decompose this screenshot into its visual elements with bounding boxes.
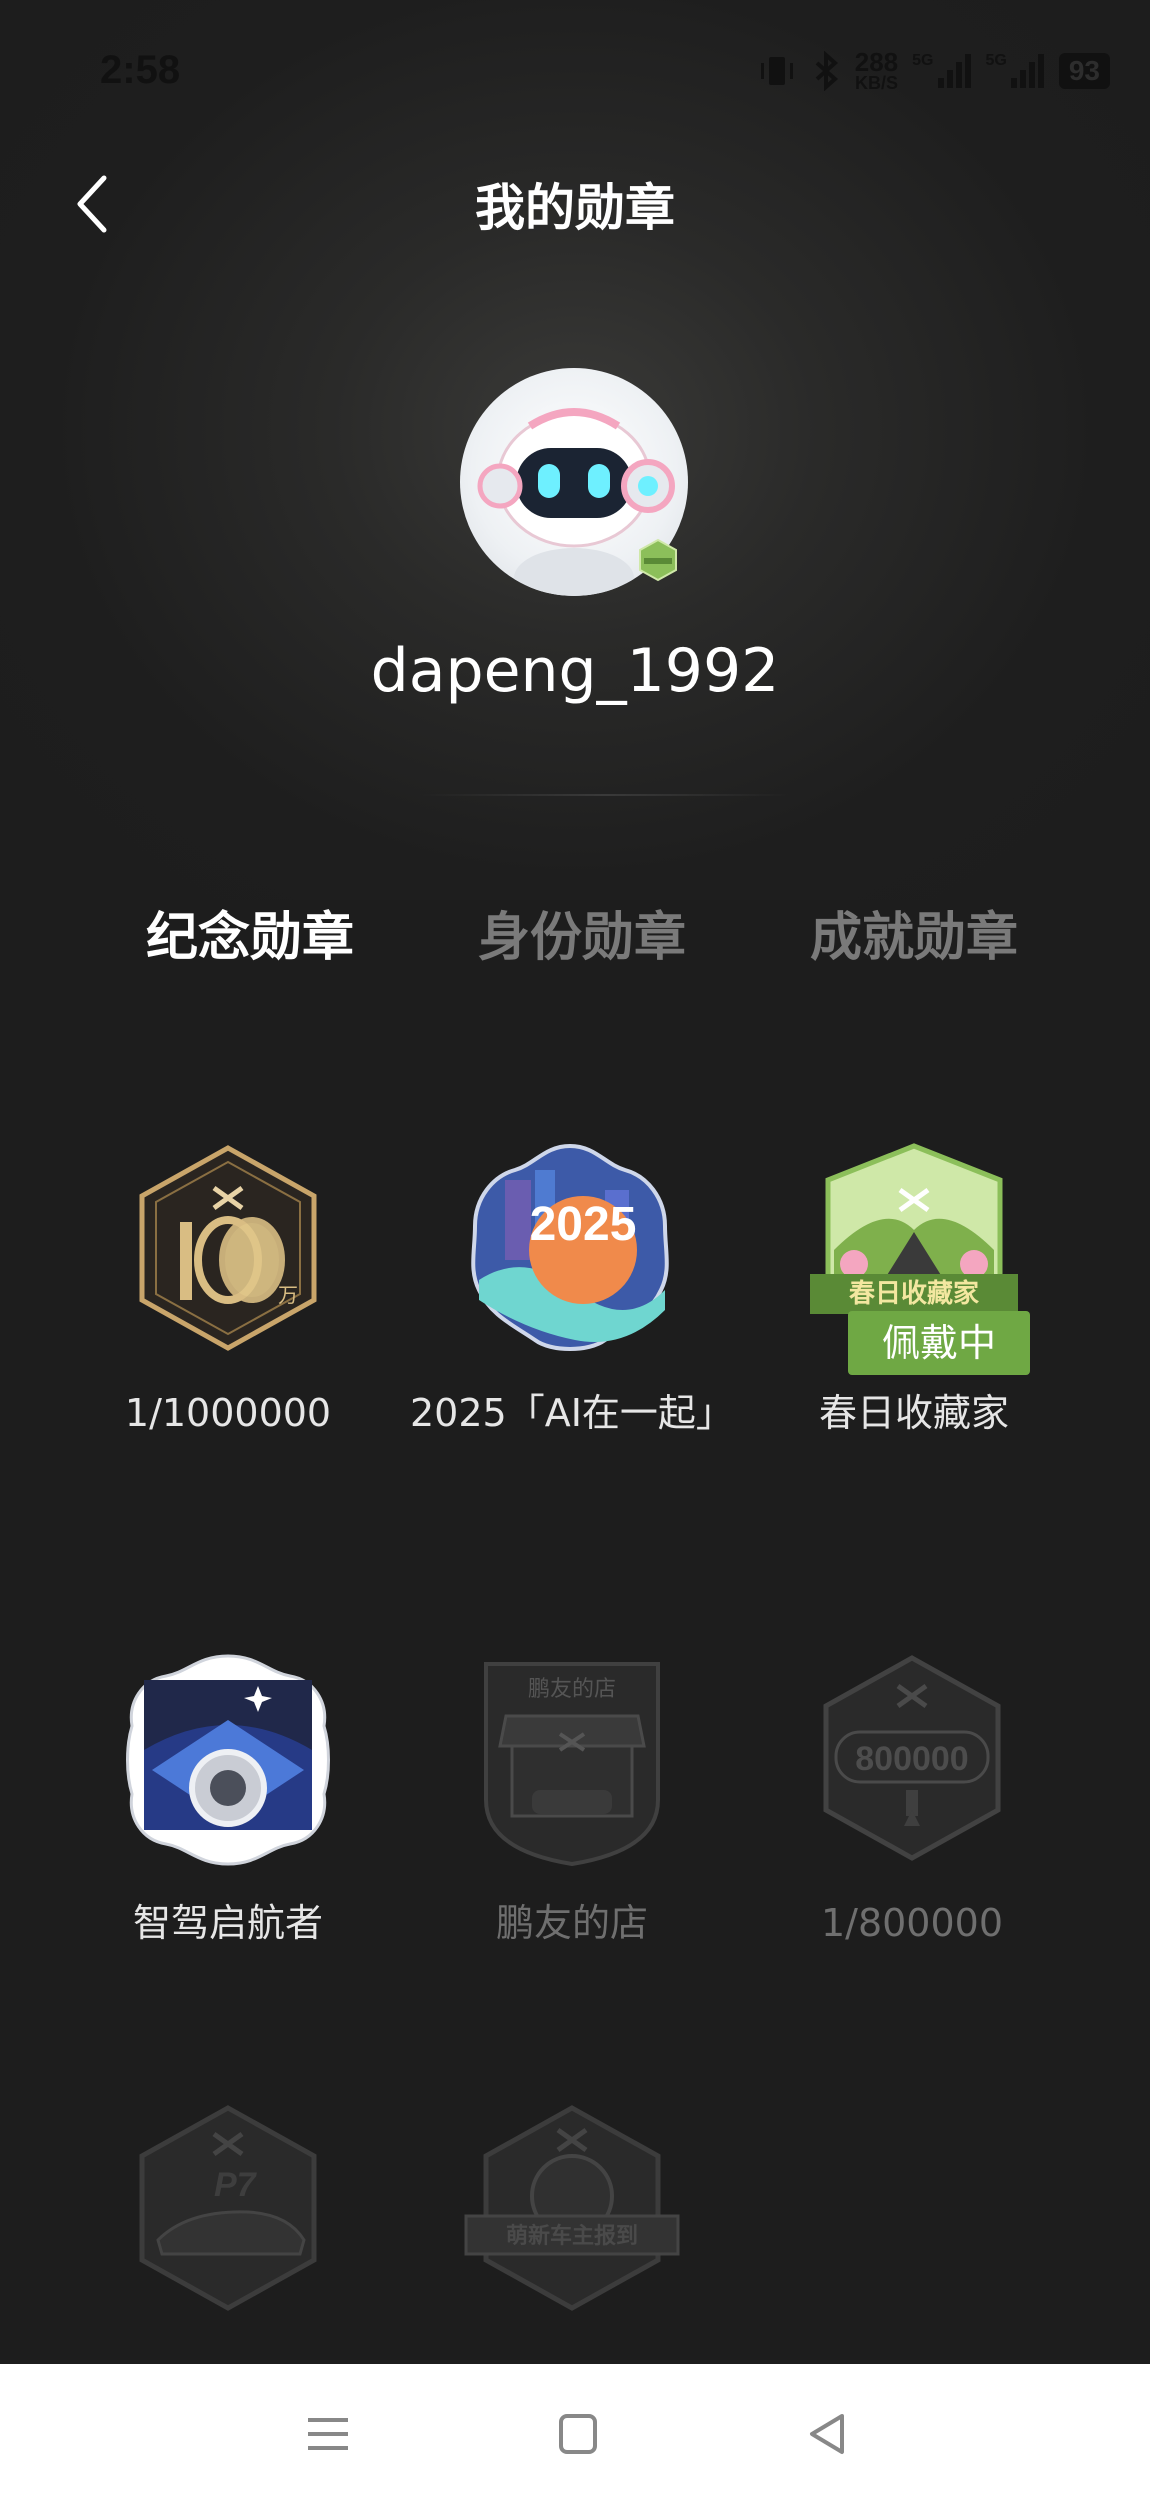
badge-100w-icon: 万 — [139, 1145, 317, 1351]
badge-text-800000: 800000 — [855, 1740, 968, 1778]
menu-icon[interactable] — [298, 2404, 358, 2464]
network-speed-value: 288 — [854, 47, 899, 77]
username: dapeng_1992 — [370, 636, 780, 706]
tab-commemorative[interactable]: 纪念勋章 — [146, 895, 354, 970]
status-icons: 288 KB/S 5G 5G 93 — [757, 48, 1110, 94]
badge-item[interactable]: 鹏友的店 鹏友的店 — [412, 1650, 732, 1952]
back-triangle-icon[interactable] — [798, 2404, 858, 2464]
badge-item[interactable]: P7 — [68, 2100, 388, 2344]
battery-indicator: 93 — [1058, 53, 1110, 89]
signal-1-icon: 5G — [912, 52, 971, 90]
badge-tabs: 纪念勋章 身份勋章 成就勋章 — [0, 895, 1150, 975]
badge-new-owner-icon: 萌新车主报到 — [464, 2105, 680, 2311]
bluetooth-icon — [815, 51, 838, 91]
badge-text-spring: 春日收藏家 — [849, 1278, 979, 1309]
badge-item[interactable]: 萌新车主报到 — [412, 2100, 732, 2344]
badge-text-new-owner: 萌新车主报到 — [506, 2223, 638, 2249]
system-navbar — [0, 2364, 1150, 2506]
badge-item[interactable]: 智驾启航者 — [68, 1650, 388, 1952]
badge-800000-icon: 800000 — [823, 1655, 1001, 1861]
status-time: 2:58 — [100, 48, 181, 92]
page-title: 我的勋章 — [475, 179, 675, 237]
badge-text-store: 鹏友的店 — [528, 1677, 616, 1702]
badge-item[interactable]: 春日收藏家 春日收藏家 — [754, 1140, 1074, 1442]
divider — [420, 794, 790, 796]
badge-label: 智驾启航者 — [132, 1901, 323, 1945]
badge-p7-icon: P7 — [139, 2105, 317, 2311]
badge-item[interactable]: 万 1/1000000 — [68, 1140, 388, 1442]
badge-label: 1/800000 — [820, 1901, 1004, 1945]
badge-label: 鹏友的店 — [495, 1901, 648, 1945]
header: 我的勋章 — [0, 150, 1150, 250]
badge-label: 春日收藏家 — [818, 1391, 1009, 1435]
badge-label: 2025「AI在一起」 — [410, 1391, 734, 1435]
signal-2-label: 5G — [985, 52, 1007, 69]
badge-text-p7: P7 — [214, 2166, 258, 2204]
network-speed-unit: KB/S — [854, 73, 898, 93]
network-speed: 288 KB/S — [854, 47, 899, 93]
tab-identity[interactable]: 身份勋章 — [478, 895, 686, 970]
badge-text-2025: 2025 — [530, 1198, 637, 1251]
badge-2025-icon: 2025 — [471, 1143, 669, 1351]
tab-achievement[interactable]: 成就勋章 — [810, 895, 1018, 970]
avatar-mini-badge-icon — [639, 538, 677, 582]
badge-text-wan: 万 — [278, 1285, 298, 1307]
badge-label: 1/1000000 — [124, 1391, 332, 1435]
signal-2-icon: 5G — [986, 52, 1045, 90]
home-square-icon[interactable] — [548, 2404, 608, 2464]
signal-1-label: 5G — [912, 52, 934, 69]
badge-item[interactable]: 2025 2025「AI在一起」 — [410, 1140, 734, 1442]
badge-friends-store-icon: 鹏友的店 — [484, 1662, 660, 1867]
badge-item[interactable]: 800000 1/800000 — [752, 1650, 1072, 1952]
status-bar: 2:58 288 KB/S 5G 5G 93 — [0, 0, 1150, 150]
wearing-tag: 佩戴中 — [848, 1311, 1030, 1375]
vibrate-icon — [760, 57, 793, 85]
badge-smart-driving-icon — [126, 1654, 330, 1866]
